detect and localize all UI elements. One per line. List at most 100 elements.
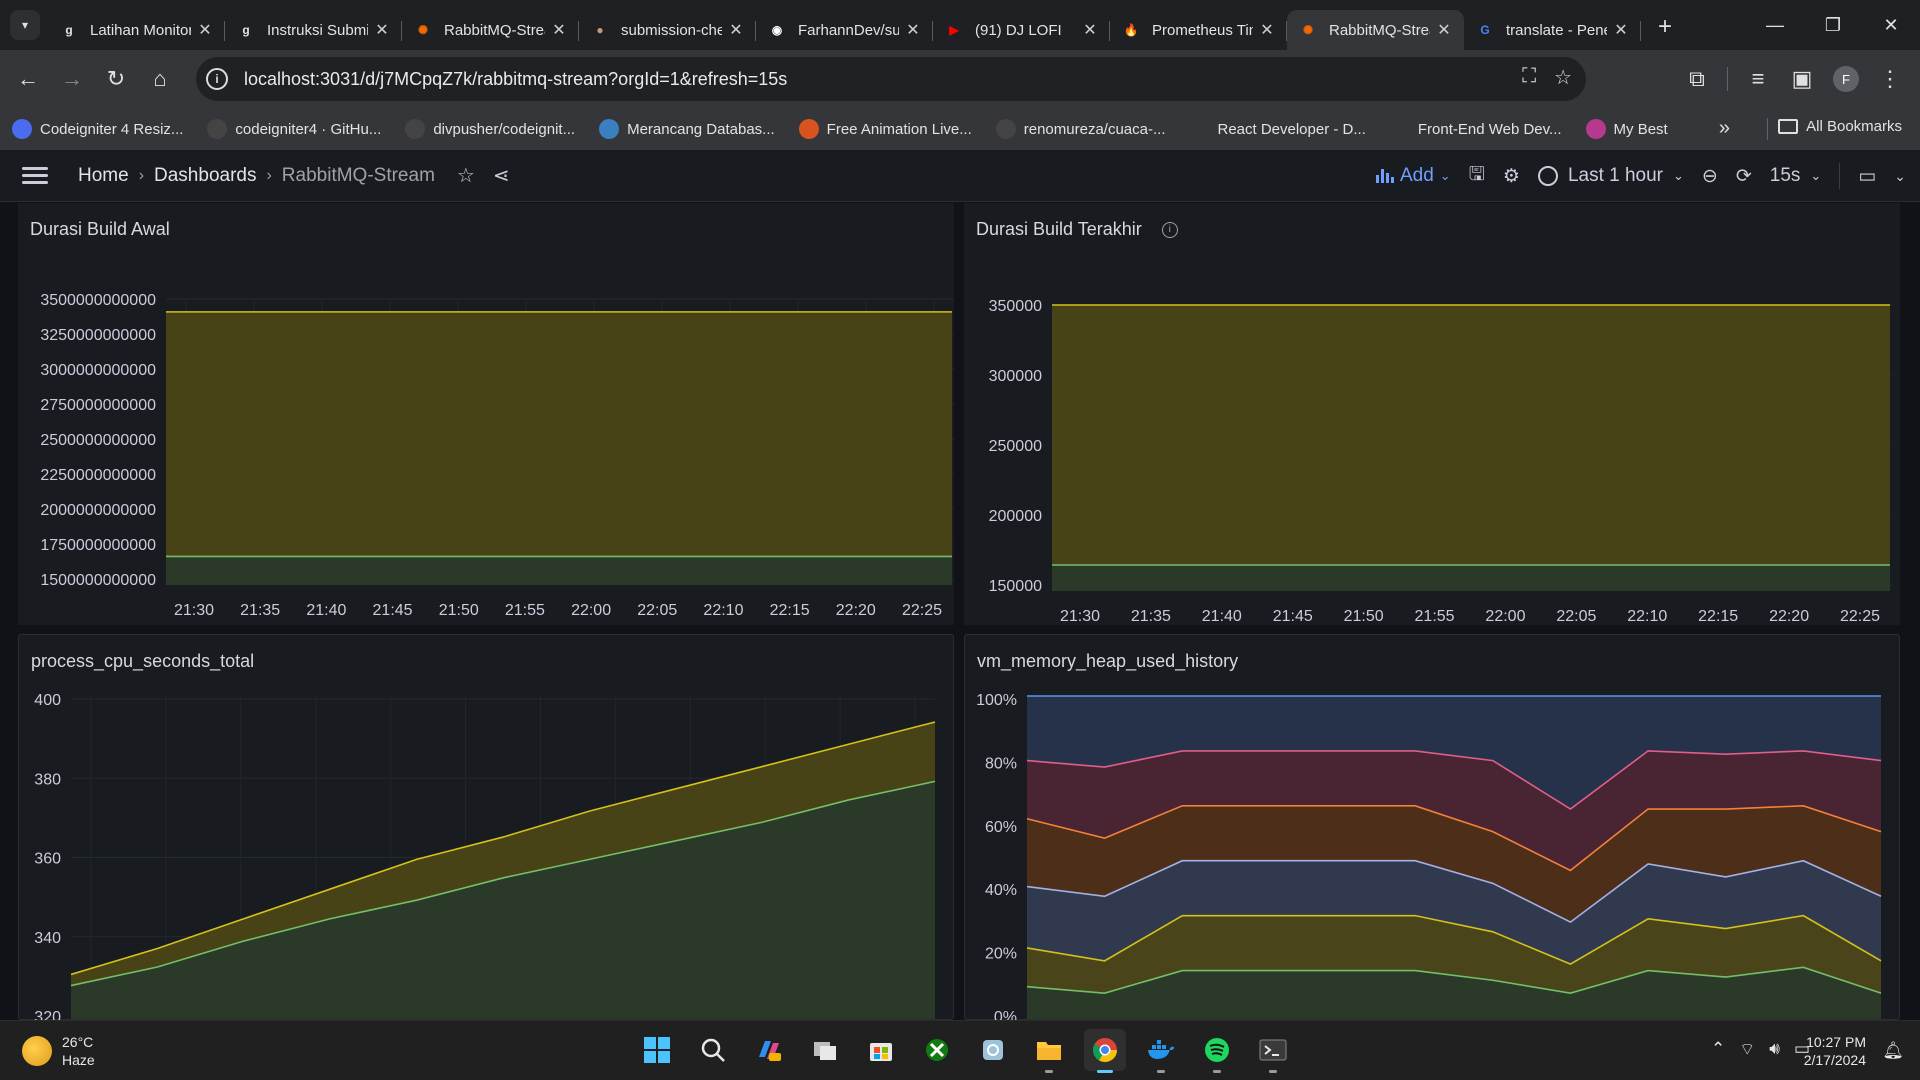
bookmark-item[interactable]: renomureza/cuaca-... — [995, 119, 1166, 139]
address-bar[interactable]: i localhost:3031/d/j7MCpqZ7k/rabbitmq-st… — [196, 57, 1586, 101]
chevron-up-icon[interactable]: ⌃ — [1711, 1039, 1725, 1060]
minimize-icon[interactable]: — — [1746, 0, 1804, 50]
share-icon[interactable]: ⋖ — [493, 163, 510, 188]
windows-start-icon[interactable] — [636, 1029, 678, 1071]
translate-icon[interactable]: ⛶ — [1522, 65, 1536, 90]
reload-icon[interactable]: ↻ — [94, 57, 138, 101]
chevron-down-icon: ⌄ — [1673, 168, 1684, 183]
browser-menu-icon[interactable]: ⋮ — [1868, 57, 1912, 101]
browser-tab[interactable]: 🔥 Prometheus Time Series ✕ — [1110, 10, 1287, 50]
task-view-icon[interactable] — [804, 1029, 846, 1071]
close-tab-icon[interactable]: ✕ — [551, 20, 567, 40]
add-button[interactable]: Add ⌄ — [1375, 165, 1451, 187]
spotify-icon[interactable] — [1196, 1029, 1238, 1073]
restore-icon[interactable]: ❐ — [1804, 0, 1862, 50]
tv-mode-icon[interactable]: ▭ — [1858, 165, 1876, 188]
browser-tab[interactable]: g Instruksi Submission ✕ — [225, 10, 402, 50]
clock[interactable]: 10:27 PM 2/17/2024 — [1804, 1033, 1866, 1069]
close-window-icon[interactable]: ✕ — [1862, 0, 1920, 50]
bookmark-item[interactable]: Free Animation Live... — [798, 119, 972, 139]
browser-tab[interactable]: ● submission-checker ✕ — [579, 10, 756, 50]
bookmark-item[interactable]: divpusher/codeignit... — [405, 119, 575, 139]
bookmark-item[interactable]: React Developer - D... — [1189, 119, 1366, 139]
site-info-icon[interactable]: i — [206, 68, 228, 90]
close-tab-icon[interactable]: ✕ — [1259, 20, 1275, 40]
url-text[interactable]: localhost:3031/d/j7MCpqZ7k/rabbitmq-stre… — [244, 69, 787, 90]
settings-gear-icon[interactable]: ⚙ — [1503, 165, 1520, 188]
search-icon[interactable] — [692, 1029, 734, 1071]
side-panel-icon[interactable]: ▣ — [1780, 57, 1824, 101]
close-tab-icon[interactable]: ✕ — [1436, 20, 1452, 40]
close-tab-icon[interactable]: ✕ — [197, 20, 213, 40]
x-tick-label: 22:10 — [1627, 608, 1667, 625]
browser-tab[interactable]: Gtranslate - Penelusuran ✕ — [1464, 10, 1641, 50]
profile-button[interactable]: F — [1824, 57, 1868, 101]
bookmark-item[interactable]: Merancang Databas... — [599, 119, 775, 139]
bookmark-label: renomureza/cuaca-... — [1023, 120, 1166, 138]
bookmark-label: Front-End Web Dev... — [1417, 120, 1562, 138]
x-tick-label: 22:25 — [902, 602, 942, 619]
media-control-icon[interactable]: ≡ — [1736, 57, 1780, 101]
close-tab-icon[interactable]: ✕ — [1613, 20, 1629, 40]
browser-tab[interactable]: g Latihan Monitoring ✕ — [48, 10, 225, 50]
back-arrow-icon[interactable]: ← — [6, 57, 50, 101]
notification-bell-icon[interactable]: 🔔︎ — [1882, 1041, 1904, 1061]
file-explorer-icon[interactable] — [1028, 1029, 1070, 1073]
close-tab-icon[interactable]: ✕ — [728, 20, 744, 40]
forward-arrow-icon[interactable]: → — [50, 57, 94, 101]
bookmark-item[interactable]: Codeigniter 4 Resiz... — [12, 119, 183, 139]
weather-widget[interactable]: 26°C Haze — [22, 1033, 95, 1069]
save-dashboard-icon[interactable]: 🖫 — [1469, 160, 1485, 192]
close-tab-icon[interactable]: ✕ — [374, 20, 390, 40]
store-icon[interactable] — [860, 1029, 902, 1071]
menu-icon[interactable] — [22, 163, 48, 188]
new-tab-button[interactable]: + — [1647, 9, 1683, 45]
bookmark-label: Merancang Databas... — [627, 120, 775, 138]
zoom-out-icon[interactable]: ⊖ — [1702, 165, 1718, 188]
volume-icon[interactable]: 🔊︎ — [1769, 1039, 1780, 1060]
browser-tab[interactable]: ▶ (91) DJ LOFI ✕ — [933, 10, 1110, 50]
chevron-down-icon: ⌄ — [1439, 168, 1451, 183]
y-tick-label: 1750000000000 — [40, 537, 156, 554]
bookmark-item[interactable]: My Best — [1585, 119, 1668, 139]
x-tick-label: 22:20 — [836, 602, 876, 619]
home-icon[interactable]: ⌂ — [138, 57, 182, 101]
star-icon[interactable]: ☆ — [457, 163, 475, 188]
breadcrumb-home[interactable]: Home — [78, 165, 129, 187]
chevron-down-icon[interactable]: ⌄ — [1894, 168, 1906, 185]
close-tab-icon[interactable]: ✕ — [1082, 20, 1098, 40]
panel-durasi-build-terakhir[interactable]: Durasi Build Terakhir i 350000 300000 25000… — [964, 203, 1900, 625]
tab-search-button[interactable]: ▾ — [10, 10, 40, 40]
docker-icon[interactable] — [1140, 1029, 1182, 1073]
time-range-label: Last 1 hour — [1567, 165, 1664, 186]
wifi-icon[interactable]: ⌔ — [1739, 1039, 1755, 1060]
panel-durasi-build-awal[interactable]: Durasi Build Awal 3500000000000 325000000… — [18, 203, 954, 625]
browser-tab[interactable]: ◉ FarhannDev/submission ✕ — [756, 10, 933, 50]
terminal-icon[interactable] — [1252, 1029, 1294, 1073]
x-tick-label: 21:45 — [373, 602, 413, 619]
breadcrumb-dashboards[interactable]: Dashboards — [154, 165, 256, 187]
refresh-interval-picker[interactable]: 15s ⌄ — [1770, 165, 1822, 187]
x-tick-label: 21:55 — [505, 602, 545, 619]
github-icon — [405, 119, 426, 139]
photo-viewer-icon[interactable] — [972, 1029, 1014, 1071]
close-tab-icon[interactable]: ✕ — [905, 20, 921, 40]
browser-tab[interactable]: ✺ RabbitMQ-Stream ✕ — [402, 10, 579, 50]
time-range-picker[interactable]: Last 1 hour ⌄ — [1537, 165, 1684, 187]
refresh-icon[interactable]: ⟳ — [1736, 165, 1752, 188]
y-tick-label: 250000 — [989, 438, 1042, 455]
extensions-icon[interactable]: ⧉ — [1675, 57, 1719, 101]
panel-vm-memory-heap[interactable]: vm_memory_heap_used_history 100% 80% 60% 40… — [964, 634, 1900, 1021]
bookmark-item[interactable]: codeigniter4 · GitHu... — [207, 119, 381, 139]
xbox-icon[interactable] — [916, 1029, 958, 1071]
series-area — [1052, 305, 1890, 591]
chrome-icon[interactable] — [1084, 1029, 1126, 1073]
panel-process-cpu-seconds[interactable]: process_cpu_seconds_total 400 380 360 340 32… — [18, 634, 954, 1021]
browser-tab[interactable]: ✺ RabbitMQ-Stream ✕ — [1287, 10, 1464, 50]
all-bookmarks-button[interactable]: All Bookmarks — [1778, 118, 1902, 135]
more-bookmarks-icon[interactable]: » — [1719, 117, 1730, 140]
copilot-icon[interactable] — [748, 1029, 790, 1071]
bookmark-item[interactable]: Front-End Web Dev... — [1389, 119, 1562, 139]
weather-condition: Haze — [62, 1052, 95, 1068]
bookmark-star-icon[interactable]: ☆ — [1554, 65, 1572, 90]
